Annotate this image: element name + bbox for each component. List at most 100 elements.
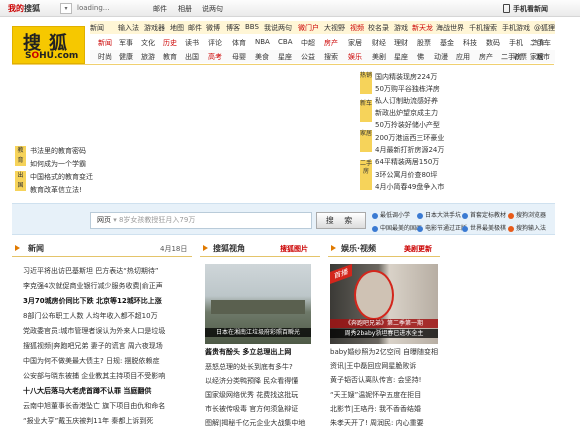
nav-item[interactable]: 千机搜索 — [469, 23, 497, 33]
nav-item[interactable]: 教育 — [163, 52, 177, 62]
nav-item[interactable]: NBA — [255, 38, 270, 46]
sohu-photo-link[interactable]: 搜狐图片 — [280, 244, 308, 254]
nav-item[interactable]: 健康 — [119, 52, 133, 62]
new-car-tag[interactable]: 新车 — [360, 100, 372, 122]
mobile-news-link[interactable]: 手机看新闻 — [513, 4, 548, 14]
nav-item[interactable]: 中超 — [301, 38, 315, 48]
perspective-link[interactable]: 市长被传吸毒 官方何须急辩证 — [205, 404, 298, 414]
estate-link[interactable]: 3环公寓月价查80坪 — [375, 170, 437, 180]
estate-link[interactable]: 私人订制助流感好养 — [375, 96, 438, 106]
sogou-input-link[interactable]: 搜狗输入法 — [508, 223, 546, 232]
nav-item[interactable]: 体育 — [232, 38, 246, 48]
nav-item[interactable]: 游戏 — [394, 23, 408, 33]
nav-item[interactable]: 读书 — [185, 38, 199, 48]
nav-item[interactable]: 娱乐 — [348, 52, 362, 62]
education-link[interactable]: 中国格式的教育变迁 — [30, 172, 93, 182]
news-link[interactable]: 党政委官员:城市管理者误认为外来人口是垃圾 — [23, 326, 165, 336]
news-link[interactable]: 李克强4次就促商业银行减少服务收费|俞正声 — [23, 281, 163, 291]
news-link[interactable]: 8部门公布职工人数 人均年收入都不超10万 — [23, 311, 158, 321]
nav-item[interactable]: 家居 — [348, 38, 362, 48]
brand-dropdown-button[interactable]: ▾ — [60, 3, 72, 14]
entertainment-link[interactable]: “天王嫂”温妮怀孕五度在拒目 — [330, 390, 421, 400]
hot-sale-tag[interactable]: 热销 — [360, 72, 372, 94]
nav-item[interactable]: 美食 — [255, 52, 269, 62]
estate-link[interactable]: 4月最新打折房源24万 — [375, 145, 444, 155]
nav-item[interactable]: 股票 — [417, 38, 431, 48]
sogou-browser-link[interactable]: 搜狗浏览器 — [508, 210, 546, 219]
estate-link[interactable]: 4月小简春49盘争入市 — [375, 182, 444, 192]
search-button[interactable]: 搜 索 — [316, 212, 366, 229]
entertainment-link[interactable]: 北影节|王珞丹: 我不香香结婚 — [330, 404, 421, 414]
nav-item[interactable]: 大视野 — [324, 23, 345, 33]
nav-item[interactable]: 新闻 — [98, 38, 112, 48]
news-link[interactable]: 十八大后落马大老虎首蹲不认罪 当庭翻供 — [23, 386, 151, 396]
nav-item[interactable]: 海战世界 — [436, 23, 464, 33]
nav-item[interactable]: 美剧 — [372, 52, 386, 62]
perspective-link[interactable]: 国家级网络优秀 花费找这批玩 — [205, 390, 298, 400]
album-link[interactable]: 相册 — [178, 4, 192, 14]
entertainment-link[interactable]: 黄子韬否认离队传言: 会坚持! — [330, 375, 421, 385]
home-tag[interactable]: 家居 — [360, 130, 372, 152]
education-link[interactable]: 教育改革信立法! — [30, 185, 82, 195]
entertainment-photo[interactable]: 首播 《奔跑吧兄弟》第二季第一期 周秀2baby浙坦春已进水全主 — [330, 263, 438, 344]
nav-item[interactable]: 我说两句 — [264, 23, 292, 33]
perspective-link[interactable]: 图解|揭秘千亿元企业大战集中地 — [205, 418, 305, 428]
nav-item[interactable]: 星座 — [278, 52, 292, 62]
news-link[interactable]: 3月70城房价同比下跌 北京等12城环比上涨 — [23, 296, 162, 306]
nav-item[interactable]: 手机 — [509, 38, 523, 48]
nav-item[interactable]: 校名录 — [368, 23, 389, 33]
nav-item[interactable]: 应用 — [456, 52, 470, 62]
hot-search-link[interactable]: 最低调小学 — [372, 210, 410, 219]
estate-link[interactable]: 200万港运西三环豪业 — [375, 133, 444, 143]
news-link[interactable]: 公安部与晓东被捕 企业教其主持项目不受影响 — [23, 371, 165, 381]
nav-item[interactable]: 评论 — [208, 38, 222, 48]
nav-item[interactable]: 数码 — [486, 38, 500, 48]
education-tag[interactable]: 教育 — [15, 146, 26, 166]
perspective-link[interactable]: 以经济分类鸭预降 民众看得懂 — [205, 376, 298, 386]
nav-item[interactable]: 二手车 — [530, 38, 551, 48]
nav-item[interactable]: 科技 — [463, 38, 477, 48]
nav-item[interactable]: 军事 — [119, 38, 133, 48]
nav-item[interactable]: 手机游戏 — [502, 23, 530, 33]
comment-link[interactable]: 说两句 — [202, 4, 223, 14]
mail-link[interactable]: 邮件 — [153, 4, 167, 14]
nav-item[interactable]: 搜索 — [324, 52, 338, 62]
news-link[interactable]: 搜狐视频|奔跑吧兄弟 妻子的谎言 周六夜现场 — [23, 341, 163, 351]
nav-item[interactable]: 高考 — [208, 52, 222, 62]
hot-search-link[interactable]: 首套定标教材 — [462, 210, 506, 219]
perspective-link[interactable]: 恶怒总理的处长到底有多牛? — [205, 362, 293, 372]
nav-item[interactable]: 历史 — [163, 38, 177, 48]
hot-search-link[interactable]: 日本大洪手坑 — [417, 210, 461, 219]
nav-item[interactable]: 视频 — [350, 23, 364, 33]
nav-item[interactable]: 理财 — [394, 38, 408, 48]
education-link[interactable]: 如何成为一个学霸 — [30, 159, 86, 169]
nav-item[interactable]: 财经 — [372, 38, 386, 48]
search-input[interactable]: 网页 ▾ 8岁女孩教授狂月入79万 — [90, 212, 312, 229]
nav-item[interactable]: 旅游 — [141, 52, 155, 62]
news-link[interactable]: 中国为何不做美最大债主? 日规: 摆脱依赖症 — [23, 356, 160, 366]
photo-subcaption[interactable]: 周秀2baby浙坦春已进水全主 — [330, 329, 438, 338]
nav-item[interactable]: BBS — [245, 23, 259, 31]
entertainment-title[interactable]: 娱乐·视频 — [341, 243, 376, 254]
estate-link[interactable]: 64平精装两居150万 — [375, 157, 439, 167]
news-title[interactable]: 新闻 — [28, 243, 44, 254]
hot-search-link[interactable]: 世界最美极棋 — [462, 223, 506, 232]
my-sohu-logo[interactable]: 我的搜狐 — [8, 3, 40, 14]
estate-link[interactable]: 50万拎装好储小产型 — [375, 120, 440, 130]
hot-search-link[interactable]: 电影节通过正版 — [417, 223, 467, 232]
nav-item[interactable]: 游戏器 — [144, 23, 165, 33]
nav-item[interactable]: 星座 — [394, 52, 408, 62]
nav-item[interactable]: 佛 — [417, 52, 424, 62]
nav-item[interactable]: 新天龙 — [412, 23, 433, 33]
nav-item[interactable]: 时尚 — [98, 52, 112, 62]
perspective-photo[interactable]: 日本在湘南江垃圾府彩照百瞬光 — [205, 264, 311, 344]
nav-item[interactable]: 地图 — [170, 23, 184, 33]
news-link[interactable]: 习近平将出访巴基斯坦 巴方表达“热切期待” — [23, 266, 158, 276]
news-link[interactable]: “报业大亨”戴玉庆被判11年 秦都上诉到死 — [23, 416, 153, 426]
nav-item[interactable]: 彩票 — [513, 52, 527, 62]
study-abroad-tag[interactable]: 出国 — [15, 171, 26, 191]
sohu-logo[interactable]: 搜狐 SOHU.com — [12, 26, 85, 64]
education-link[interactable]: 书法里的教育密码 — [30, 146, 86, 156]
second-hand-house-tag[interactable]: 二手房 — [360, 160, 372, 190]
news-link[interactable]: 云南中旭董事长香港坠亡 旗下项目由仇和命名 — [23, 401, 165, 411]
